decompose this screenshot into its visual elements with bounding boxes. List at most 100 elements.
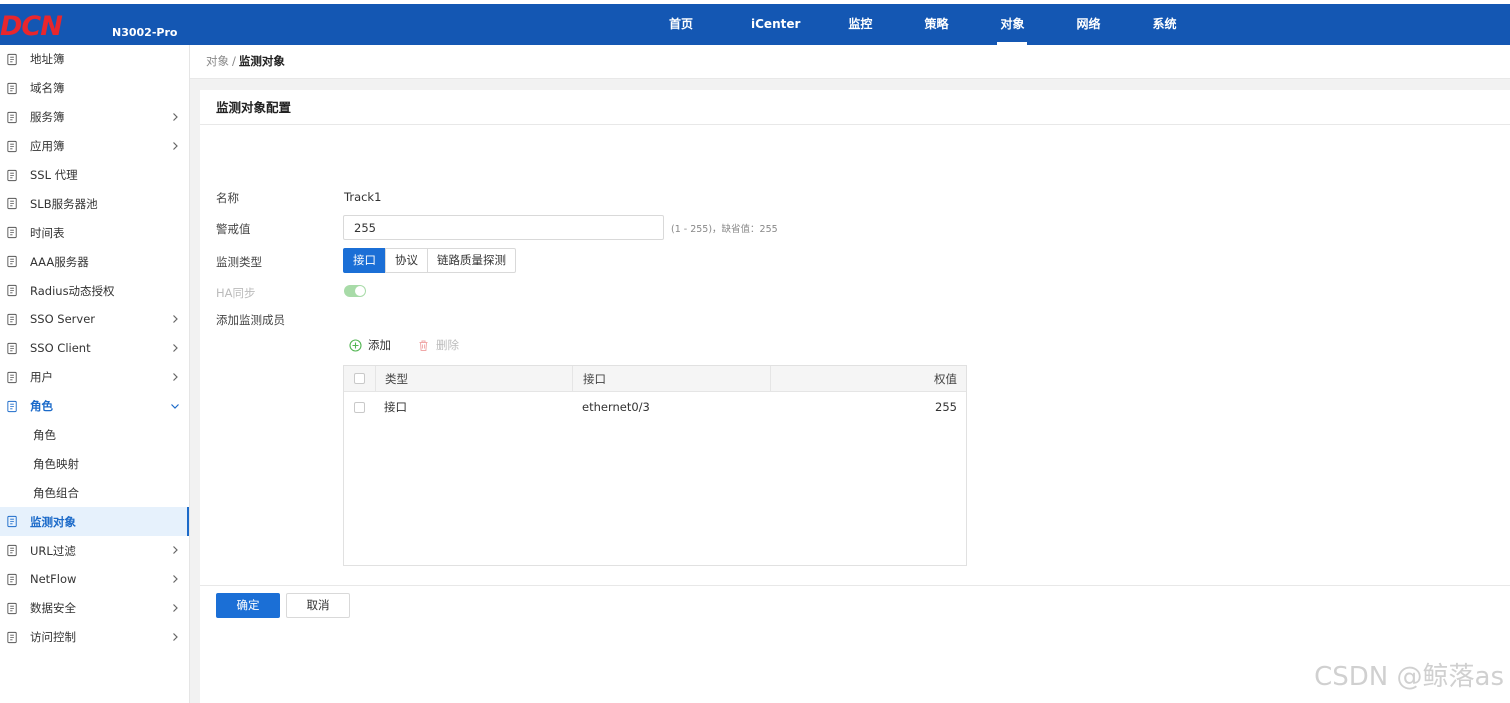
- sidebar-item-label: 角色组合: [33, 485, 79, 500]
- type-protocol-button[interactable]: 协议: [385, 248, 428, 273]
- top-header: DCN N3002-Pro 首页 iCenter 监控 策略 对象 网络 系统: [0, 4, 1510, 45]
- sidebar-item-label: 应用簿: [30, 139, 65, 154]
- sidebar-item[interactable]: AAA服务器: [0, 247, 189, 276]
- select-all-checkbox[interactable]: [354, 373, 365, 384]
- name-value: Track1: [344, 190, 382, 204]
- main-nav: 首页 iCenter 监控 策略 对象 网络 系统: [660, 4, 1186, 45]
- sidebar-item[interactable]: URL过滤: [0, 536, 189, 565]
- sidebar-item-label: 服务簿: [30, 110, 65, 125]
- sidebar-subitem[interactable]: 角色映射: [0, 449, 189, 478]
- sidebar-item[interactable]: 用户: [0, 363, 189, 392]
- url-filter-icon: [5, 544, 19, 558]
- row-checkbox[interactable]: [354, 401, 365, 413]
- footer-divider: [200, 585, 1510, 586]
- type-link-quality-button[interactable]: 链路质量探测: [427, 248, 516, 273]
- trash-icon: [419, 340, 428, 351]
- sidebar-item[interactable]: SLB服务器池: [0, 189, 189, 218]
- sidebar-item-label: NetFlow: [30, 572, 77, 587]
- column-type: 类型: [375, 366, 572, 391]
- sidebar-item[interactable]: SSO Client: [0, 334, 189, 363]
- sidebar-item[interactable]: SSO Server: [0, 305, 189, 334]
- data-security-icon: [5, 601, 19, 615]
- user-icon: [5, 370, 19, 384]
- sidebar-item-label: 用户: [30, 370, 53, 385]
- nav-monitor[interactable]: 监控: [839, 4, 881, 45]
- sidebar-item-label: 访问控制: [30, 630, 76, 645]
- main-content: 对象/监测对象 监测对象配置 名称 Track1 警戒值 (1 - 255)，缺…: [190, 45, 1510, 703]
- add-circle-icon: [349, 338, 362, 352]
- role-icon: [5, 399, 19, 413]
- threshold-hint: (1 - 255)，缺省值：255: [671, 224, 778, 235]
- sidebar-item[interactable]: 角色: [0, 392, 189, 421]
- service-book-icon: [5, 110, 19, 124]
- monitor-type-selector: 接口 协议 链路质量探测: [343, 248, 516, 273]
- monitor-shield-icon: [5, 515, 19, 529]
- sidebar-item-label: 数据安全: [30, 601, 76, 616]
- sidebar-item[interactable]: 时间表: [0, 218, 189, 247]
- sidebar-item[interactable]: 数据安全: [0, 594, 189, 623]
- sidebar-item[interactable]: 地址簿: [0, 45, 189, 74]
- delete-member-button[interactable]: 删除: [417, 337, 459, 353]
- sidebar-item-label: 域名簿: [30, 81, 65, 96]
- ha-sync-toggle[interactable]: [344, 285, 366, 297]
- breadcrumb: 对象 / 监测对象: [190, 45, 1510, 79]
- table-header: 类型 接口 权值: [344, 366, 966, 392]
- sidebar-subitem[interactable]: 角色组合: [0, 478, 189, 507]
- domain-book-icon: [5, 81, 19, 95]
- sidebar-item-label: 时间表: [30, 225, 65, 240]
- access-control-icon: [5, 630, 19, 644]
- sidebar-item[interactable]: 监测对象: [0, 507, 189, 537]
- nav-network[interactable]: 网络: [1067, 4, 1109, 45]
- sidebar: 地址簿域名簿服务簿应用簿 SSL 代理 SLB服务器池 时间表 AAA服务器 Radius…: [0, 45, 190, 703]
- type-interface-button[interactable]: 接口: [343, 248, 386, 273]
- sidebar-item-label: Radius动态授权: [30, 283, 115, 298]
- type-label: 监测类型: [216, 255, 262, 269]
- sidebar-item[interactable]: SSL 代理: [0, 161, 189, 190]
- add-members-label: 添加监测成员: [216, 313, 285, 327]
- select-all-cell: [344, 366, 375, 391]
- sidebar-item-label: 监测对象: [30, 514, 76, 529]
- row-interface: ethernet0/3: [582, 400, 650, 414]
- nav-policy[interactable]: 策略: [915, 4, 957, 45]
- delete-label: 删除: [436, 338, 459, 352]
- threshold-input[interactable]: [343, 215, 664, 240]
- table-row[interactable]: 接口 ethernet0/3 255: [344, 392, 966, 422]
- row-checkbox-cell: [344, 392, 375, 422]
- sidebar-item-label: SLB服务器池: [30, 196, 98, 211]
- nav-object[interactable]: 对象: [991, 4, 1033, 45]
- sidebar-item-label: 地址簿: [30, 52, 65, 67]
- sidebar-item[interactable]: NetFlow: [0, 565, 189, 594]
- calendar-icon: [5, 226, 19, 240]
- breadcrumb-parent[interactable]: 对象: [206, 54, 229, 68]
- nav-system[interactable]: 系统: [1143, 4, 1185, 45]
- shield-icon: [5, 284, 19, 298]
- chevron-right-icon: [169, 140, 181, 152]
- app-book-icon: [5, 139, 19, 153]
- nav-home[interactable]: 首页: [660, 4, 702, 45]
- device-model: N3002-Pro: [112, 26, 178, 39]
- sidebar-item-label: URL过滤: [30, 543, 76, 558]
- toggle-knob: [355, 286, 365, 296]
- sidebar-item[interactable]: 域名簿: [0, 74, 189, 103]
- cancel-button[interactable]: 取消: [286, 593, 350, 618]
- netflow-icon: [5, 572, 19, 586]
- column-weight: 权值: [770, 366, 966, 391]
- chevron-right-icon: [169, 111, 181, 123]
- sidebar-item-label: SSO Client: [30, 341, 91, 356]
- config-panel: 监测对象配置 名称 Track1 警戒值 (1 - 255)，缺省值：255 监…: [200, 90, 1510, 703]
- sidebar-item[interactable]: 服务簿: [0, 103, 189, 132]
- threshold-label: 警戒值: [216, 222, 251, 236]
- nav-icenter[interactable]: iCenter: [742, 4, 809, 45]
- sso-client-icon: [5, 341, 19, 355]
- sidebar-item-label: 角色: [30, 399, 53, 414]
- column-interface: 接口: [572, 366, 770, 391]
- sidebar-item[interactable]: 应用簿: [0, 132, 189, 161]
- ssl-proxy-icon: [5, 168, 19, 182]
- sidebar-subitem[interactable]: 角色: [0, 421, 189, 450]
- add-member-button[interactable]: 添加: [349, 337, 391, 353]
- sidebar-item[interactable]: Radius动态授权: [0, 276, 189, 305]
- ok-button[interactable]: 确定: [216, 593, 280, 618]
- sidebar-item-label: 角色映射: [33, 456, 79, 471]
- sidebar-item[interactable]: 访问控制: [0, 623, 189, 652]
- add-label: 添加: [368, 338, 391, 352]
